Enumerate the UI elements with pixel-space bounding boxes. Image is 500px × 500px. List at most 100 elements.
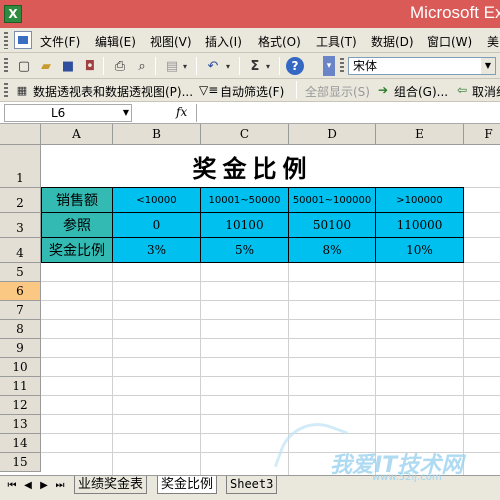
autosum-icon[interactable]: Σ	[245, 56, 265, 76]
menu-tools[interactable]: 工具(T)	[316, 33, 357, 50]
sales-range-cell[interactable]: 50001~100000	[288, 187, 376, 213]
font-name-select[interactable]: 宋体 ▼	[348, 57, 496, 75]
row-header-7[interactable]: 7	[0, 301, 41, 320]
undo-icon[interactable]: ↶	[203, 56, 223, 76]
column-header-b[interactable]: B	[113, 124, 201, 145]
font-name-value: 宋体	[353, 59, 378, 73]
prev-sheet-icon[interactable]: ◀	[22, 480, 34, 491]
reference-cell[interactable]: 0	[112, 212, 201, 238]
menu-overflow[interactable]: 美	[487, 33, 499, 50]
row-header-4[interactable]: 4	[0, 238, 41, 263]
menu-window[interactable]: 窗口(W)	[427, 33, 472, 50]
autofilter-button[interactable]: 自动筛选(F)	[220, 83, 284, 100]
first-sheet-icon[interactable]: ⏮	[6, 480, 18, 491]
column-header-c[interactable]: C	[201, 124, 289, 145]
menu-edit[interactable]: 编辑(E)	[95, 33, 136, 50]
undo-dropdown-icon[interactable]: ▾	[226, 62, 230, 71]
row-number: 2	[16, 196, 24, 210]
column-header-e[interactable]: E	[376, 124, 464, 145]
pivot-toolbar-grip[interactable]	[4, 83, 8, 98]
open-folder-icon[interactable]: ▰	[36, 56, 56, 76]
permission-icon[interactable]: ◘	[80, 56, 100, 76]
bonus-rate-cell[interactable]: 3%	[112, 237, 201, 263]
toolbar-grip[interactable]	[4, 58, 8, 74]
row-number: 9	[16, 341, 24, 355]
label-reference[interactable]: 参照	[41, 212, 113, 238]
table-title[interactable]: 奖金比例	[41, 145, 464, 187]
print-icon[interactable]: ⎙	[110, 56, 130, 76]
bonus-rate-cell[interactable]: 8%	[288, 237, 376, 263]
show-all-button[interactable]: 全部显示(S)	[305, 83, 370, 100]
column-header-d[interactable]: D	[289, 124, 376, 145]
next-sheet-icon[interactable]: ▶	[38, 480, 50, 491]
workbook-menu-icon[interactable]	[14, 31, 32, 49]
row-header-3[interactable]: 3	[0, 213, 41, 238]
row-header-12[interactable]: 12	[0, 396, 41, 415]
save-icon[interactable]: ■	[58, 56, 78, 76]
reference-cell[interactable]: 110000	[375, 212, 464, 238]
row-header-10[interactable]: 10	[0, 358, 41, 377]
menu-insert[interactable]: 插入(I)	[205, 33, 242, 50]
menubar-grip[interactable]	[4, 32, 8, 49]
print-preview-icon[interactable]: ⌕	[132, 56, 152, 76]
menu-data[interactable]: 数据(D)	[371, 33, 414, 50]
insert-function-icon[interactable]: fx	[176, 105, 187, 119]
row-number: 14	[12, 436, 28, 450]
row-number: 11	[12, 379, 28, 393]
pivot-table-button[interactable]: 数据透视表和数据透视图(P)...	[33, 83, 193, 100]
menu-view[interactable]: 视图(V)	[150, 33, 192, 50]
toolbar-options-icon[interactable]: ▾	[323, 56, 335, 76]
autofilter-icon[interactable]: ▽≡	[199, 83, 218, 97]
menu-file[interactable]: 文件(F)	[40, 33, 80, 50]
paste-dropdown-icon[interactable]: ▾	[183, 62, 187, 71]
bonus-rate-cell[interactable]: 10%	[375, 237, 464, 263]
select-all-corner[interactable]	[0, 124, 41, 145]
label-sales[interactable]: 销售额	[41, 187, 113, 213]
sheet-tab-bonus-rate[interactable]: 奖金比例	[157, 476, 218, 494]
row-header-2[interactable]: 2	[0, 188, 41, 213]
row-header-13[interactable]: 13	[0, 415, 41, 434]
reference-cell[interactable]: 10100	[200, 212, 289, 238]
excel-window: X Microsoft Ex 文件(F) 编辑(E) 视图(V) 插入(I) 格…	[0, 0, 500, 500]
sheet-tab-sheet3[interactable]: Sheet3	[226, 476, 278, 494]
row-header-15[interactable]: 15	[0, 453, 41, 472]
row-header-8[interactable]: 8	[0, 320, 41, 339]
row-header-1[interactable]: 1	[0, 145, 41, 188]
reference-cell[interactable]: 50100	[288, 212, 376, 238]
autosum-dropdown-icon[interactable]: ▾	[266, 62, 270, 71]
label-bonus-rate[interactable]: 奖金比例	[41, 237, 113, 263]
group-button[interactable]: 组合(G)...	[394, 83, 448, 100]
paste-icon[interactable]: ▤	[162, 56, 182, 76]
excel-app-icon[interactable]: X	[4, 5, 22, 23]
sheet-tab-performance-bonus[interactable]: 业绩奖金表	[74, 476, 148, 494]
format-toolbar-grip[interactable]	[340, 58, 344, 74]
group-icon[interactable]: ➔	[378, 83, 388, 97]
chevron-down-icon[interactable]: ▼	[123, 105, 129, 121]
row-header-9[interactable]: 9	[0, 339, 41, 358]
sales-range-cell[interactable]: 10001~50000	[200, 187, 289, 213]
gridline	[41, 338, 500, 339]
row-header-6[interactable]: 6	[0, 282, 41, 301]
bonus-rate-cell[interactable]: 5%	[200, 237, 289, 263]
sales-range-cell[interactable]: >100000	[375, 187, 464, 213]
help-icon[interactable]: ?	[286, 57, 304, 75]
new-file-icon[interactable]: ▢	[14, 56, 34, 76]
sales-range-cell[interactable]: <10000	[112, 187, 201, 213]
row-header-11[interactable]: 11	[0, 377, 41, 396]
ungroup-button[interactable]: 取消组	[472, 83, 500, 100]
column-header-a[interactable]: A	[41, 124, 113, 145]
row-header-14[interactable]: 14	[0, 434, 41, 453]
gridline	[41, 395, 500, 396]
name-box[interactable]: L6 ▼	[4, 104, 132, 122]
ungroup-icon[interactable]: ⇦	[457, 83, 467, 97]
formula-input[interactable]	[196, 104, 500, 122]
worksheet-grid[interactable]: 1 2 3 4 5 6 7 8 9 10 11 12 13 14 15 奖金比例…	[0, 145, 500, 475]
menu-format[interactable]: 格式(O)	[258, 33, 301, 50]
row-header-5[interactable]: 5	[0, 263, 41, 282]
column-header-f[interactable]: F	[464, 124, 500, 145]
last-sheet-icon[interactable]: ⏭	[54, 480, 66, 491]
toolbar-separator	[279, 57, 280, 75]
chevron-down-icon[interactable]: ▼	[481, 58, 495, 74]
toolbar-separator	[196, 57, 197, 75]
toolbar-separator	[239, 57, 240, 75]
